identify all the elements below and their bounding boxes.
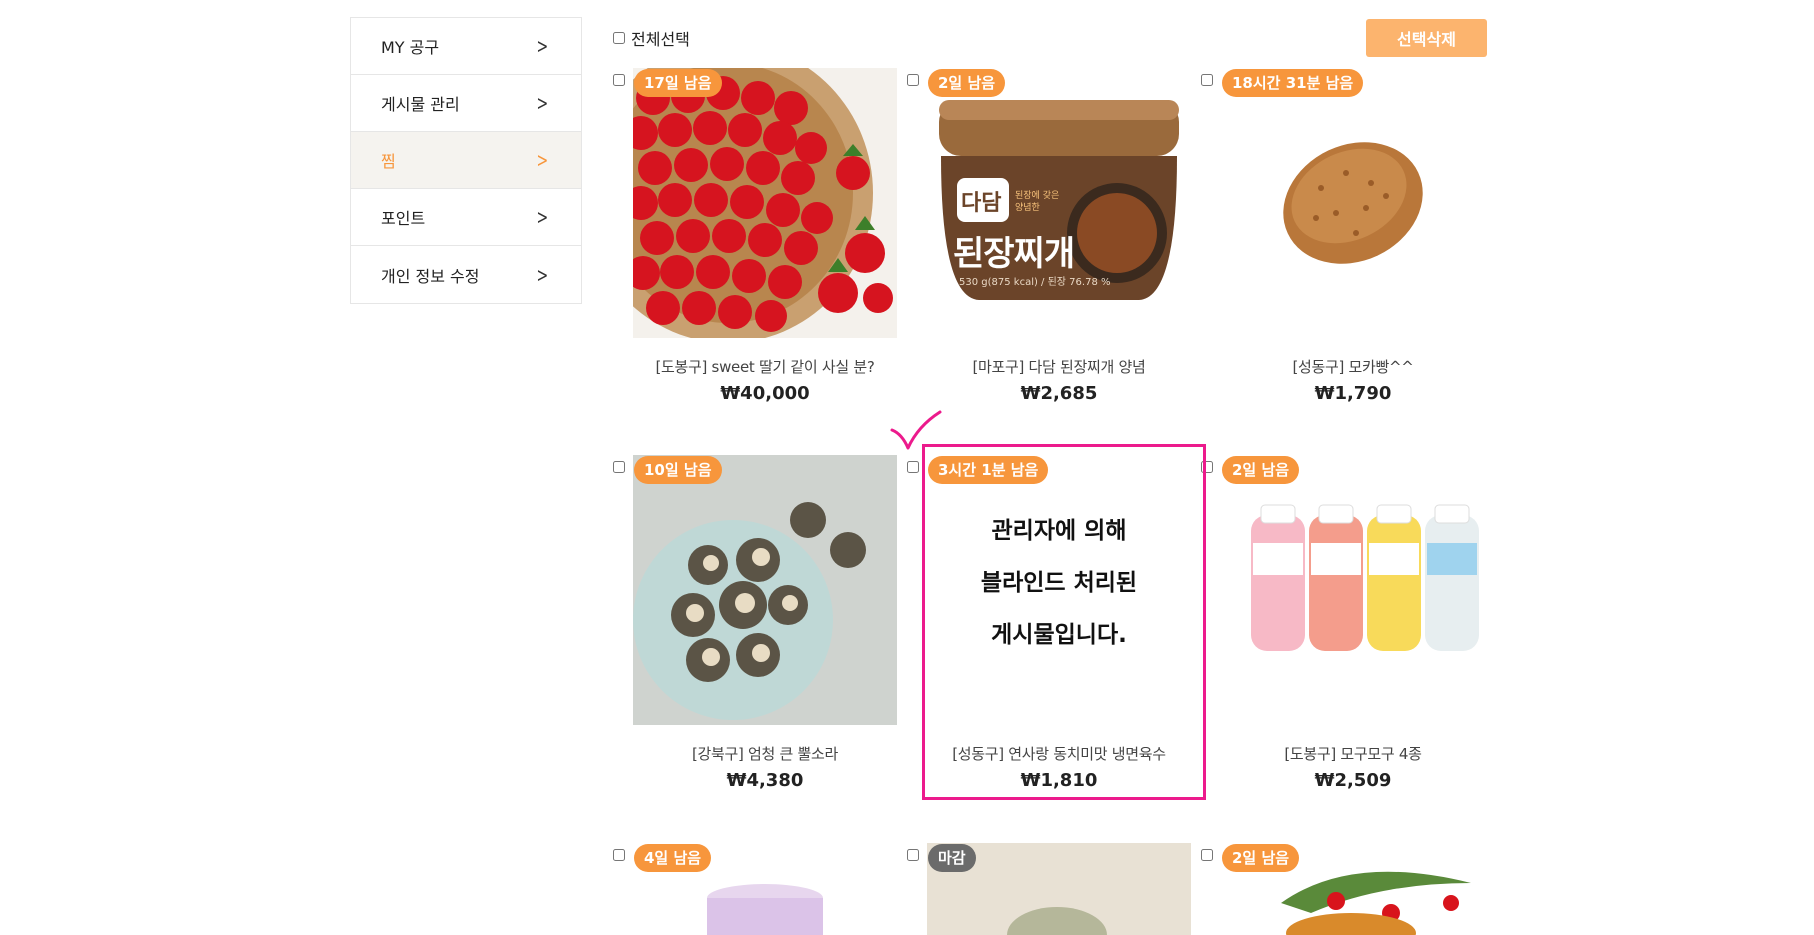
product-card[interactable]: 2일 남음 [1201, 843, 1485, 935]
product-checkbox[interactable] [613, 74, 625, 86]
blinded-post-highlight [922, 444, 1206, 800]
chevron-right-icon: > [536, 34, 549, 58]
chevron-right-icon: > [536, 148, 549, 172]
chevron-right-icon: > [536, 262, 549, 287]
product-image-doenjang-jar[interactable]: 2일 남음 다담 된장에 갖은 양념한 된장찌개 530 g(875 kcal)… [927, 68, 1191, 338]
select-all[interactable]: 전체선택 [613, 26, 690, 50]
product-card[interactable]: 마감 [907, 843, 1191, 935]
product-price: ₩2,509 [1314, 770, 1392, 791]
product-price: ₩1,790 [1314, 383, 1392, 404]
chevron-right-icon: > [536, 91, 549, 115]
product-card[interactable]: 4일 남음 [613, 843, 897, 935]
product-checkbox[interactable] [1201, 849, 1213, 861]
product-checkbox[interactable] [907, 849, 919, 861]
product-title[interactable]: [도봉구] sweet 딸기 같이 사실 분? [633, 356, 897, 377]
sidebar-item-label: 포인트 [381, 209, 426, 228]
select-all-label: 전체선택 [631, 30, 690, 49]
product-image-snack[interactable]: 2일 남음 [1221, 843, 1485, 935]
conch-illustration [633, 455, 897, 725]
sidebar-item-label: 개인 정보 수정 [381, 266, 480, 286]
product-card[interactable]: 2일 남음 [도봉구] 모구모구 4종 ₩2,509 [1201, 455, 1485, 791]
sidebar-item-points[interactable]: 포인트 > [351, 189, 581, 246]
product-card[interactable]: 2일 남음 다담 된장에 갖은 양념한 된장찌개 530 g(875 kcal)… [907, 68, 1191, 404]
product-price: ₩2,685 [1020, 383, 1098, 404]
product-image-mogu-mogu-bottles[interactable]: 2일 남음 [1221, 455, 1485, 725]
time-left-badge: 2일 남음 [1222, 844, 1300, 872]
product-image-drink[interactable]: 4일 남음 [633, 843, 897, 935]
product-card[interactable]: 18시간 31분 남음 [성동구] 모카빵^^ ₩1,790 [1201, 68, 1485, 404]
product-image-closed[interactable]: 마감 [927, 843, 1191, 935]
mocha-bread-illustration [1221, 68, 1485, 338]
time-left-badge: 17일 남음 [634, 69, 722, 97]
product-price: ₩4,380 [726, 770, 804, 791]
sidebar-item-label: 찜 [381, 152, 396, 171]
product-card[interactable]: 10일 남음 [강북구] 엄청 큰 뿔소라 ₩4,380 [613, 455, 897, 791]
product-image-conch[interactable]: 10일 남음 [633, 455, 897, 725]
time-left-badge: 4일 남음 [634, 844, 712, 872]
product-card[interactable]: 17일 남음 [도봉구] sweet 딸기 같이 사실 분? ₩40,000 [613, 68, 897, 404]
drink-bottles-illustration [1221, 455, 1485, 725]
product-image-strawberries[interactable]: 17일 남음 [633, 68, 897, 338]
chevron-right-icon: > [536, 205, 549, 229]
product-checkbox[interactable] [613, 849, 625, 861]
product-price: ₩40,000 [720, 383, 810, 404]
closed-badge: 마감 [928, 844, 976, 872]
sidebar-item-label: MY 공구 [381, 38, 440, 57]
time-left-badge: 18시간 31분 남음 [1222, 69, 1364, 97]
sidebar-item-wishlist[interactable]: 찜 > [351, 132, 581, 189]
time-left-badge: 2일 남음 [928, 69, 1006, 97]
product-image-mocha-bread[interactable]: 18시간 31분 남음 [1221, 68, 1485, 338]
sidebar-item-post-management[interactable]: 게시물 관리 > [351, 75, 581, 132]
strawberry-illustration [633, 68, 897, 338]
select-all-checkbox[interactable] [613, 32, 625, 44]
product-title[interactable]: [마포구] 다담 된장찌개 양념 [927, 356, 1191, 377]
product-checkbox[interactable] [907, 74, 919, 86]
sidebar-item-my-group-buy[interactable]: MY 공구 > [351, 18, 581, 75]
mypage-sidebar: MY 공구 > 게시물 관리 > 찜 > 포인트 > 개인 정보 수정 > [350, 17, 582, 304]
checkmark-icon [890, 410, 942, 450]
jar-product-name: 된장찌개 [953, 234, 1075, 274]
jar-brand-label: 다담 [961, 191, 1002, 216]
product-title[interactable]: [성동구] 모카빵^^ [1221, 356, 1485, 377]
sidebar-item-label: 게시물 관리 [381, 95, 460, 114]
jar-info-label: 530 g(875 kcal) / 된장 76.78 % [959, 277, 1111, 288]
product-title[interactable]: [강북구] 엄청 큰 뿔소라 [633, 743, 897, 764]
product-title[interactable]: [도봉구] 모구모구 4종 [1221, 743, 1485, 764]
product-checkbox[interactable] [907, 461, 919, 473]
product-checkbox[interactable] [1201, 74, 1213, 86]
time-left-badge: 2일 남음 [1222, 456, 1300, 484]
jar-side-label: 된장에 갖은 양념한 [1015, 191, 1060, 213]
time-left-badge: 10일 남음 [634, 456, 722, 484]
time-left-badge: 3시간 1분 남음 [928, 456, 1049, 484]
product-checkbox[interactable] [613, 461, 625, 473]
sidebar-item-edit-profile[interactable]: 개인 정보 수정 > [351, 246, 581, 303]
delete-selected-button[interactable]: 선택삭제 [1366, 19, 1487, 57]
